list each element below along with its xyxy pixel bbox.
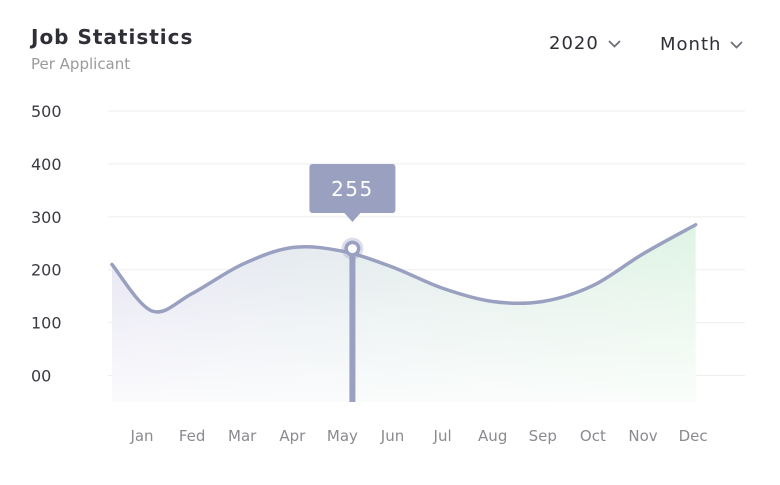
x-axis: Jan Fed Mar Apr May Jun Jul Aug Sep Oct Nov Dec (129, 427, 707, 445)
y-tick-label: 400 (31, 155, 62, 174)
x-tick-label: Apr (279, 427, 306, 445)
x-tick-label: Jun (380, 427, 404, 445)
area-layer (110, 223, 698, 402)
marker-center (347, 244, 357, 254)
area-fade (111, 224, 696, 402)
job-statistics-card: Job Statistics Per Applicant 2020 Month … (0, 0, 780, 485)
x-tick-label: Fed (179, 427, 206, 445)
x-tick-label: Mar (228, 427, 257, 445)
tooltip-pointer (344, 213, 361, 222)
y-tick-label: 100 (31, 314, 62, 333)
y-tick-label: 00 (31, 367, 51, 386)
area-chart: 500 400 300 200 100 00 Jan Fed Mar Apr May Jun Jul A… (31, 102, 745, 445)
y-tick-label: 200 (31, 261, 62, 280)
x-tick-label: May (327, 427, 358, 445)
y-axis: 500 400 300 200 100 00 (31, 102, 62, 386)
tooltip-value: 255 (331, 177, 374, 201)
x-tick-label: Aug (478, 427, 507, 445)
x-tick-label: Oct (580, 427, 606, 445)
x-tick-label: Jul (433, 427, 452, 445)
x-tick-label: Nov (628, 427, 657, 445)
series-group (110, 223, 698, 402)
y-tick-label: 500 (31, 102, 62, 121)
y-tick-label: 300 (31, 208, 62, 227)
x-tick-label: Sep (529, 427, 557, 445)
x-tick-label: Jan (129, 427, 153, 445)
x-tick-label: Dec (679, 427, 708, 445)
